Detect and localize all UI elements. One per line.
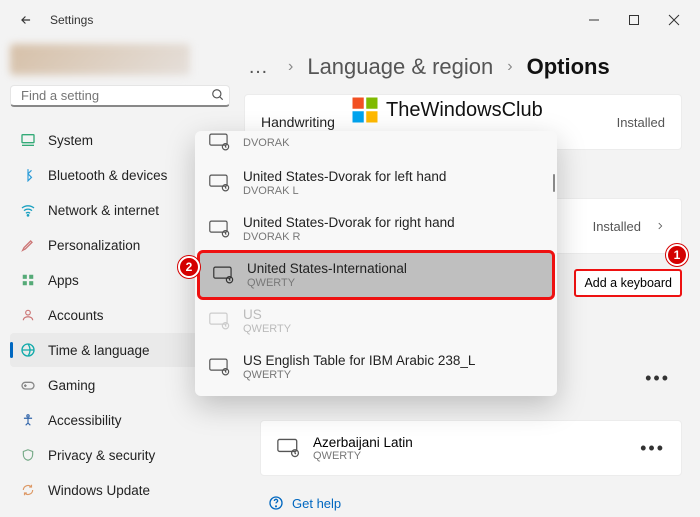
keyboard-title: Azerbaijani Latin	[313, 435, 413, 450]
option-sub: DVORAK R	[243, 231, 455, 243]
get-help-link[interactable]: Get help	[268, 495, 341, 511]
person-icon	[20, 307, 36, 323]
help-label: Get help	[292, 496, 341, 511]
help-icon	[268, 495, 284, 511]
windows-logo-icon	[350, 95, 380, 125]
option-title: United States-Dvorak for right hand	[243, 215, 455, 230]
shield-icon	[20, 447, 36, 463]
keyboard-icon	[209, 358, 231, 376]
option-sub: QWERTY	[243, 369, 475, 381]
chevron-right-icon: ›	[288, 58, 293, 76]
more-icon[interactable]: •••	[645, 368, 670, 389]
callout-1: 1	[666, 244, 688, 266]
more-icon[interactable]: •••	[640, 438, 665, 459]
chevron-right-icon: ›	[507, 58, 512, 76]
installed-keyboard-row[interactable]: Azerbaijani LatinQWERTY •••	[260, 420, 682, 476]
accessibility-icon	[20, 412, 36, 428]
sidebar-item-label: Apps	[48, 273, 79, 288]
sidebar-item-label: Network & internet	[48, 203, 159, 218]
bluetooth-icon	[20, 167, 36, 183]
back-button[interactable]	[12, 6, 40, 34]
update-icon	[20, 482, 36, 498]
card-status: Installed	[617, 115, 665, 130]
breadcrumb-current: Options	[527, 54, 610, 80]
keyboard-icon	[277, 438, 299, 458]
sidebar-item-accessibility[interactable]: Accessibility	[10, 403, 230, 437]
watermark: TheWindowsClub	[350, 95, 543, 125]
sidebar-item-label: Privacy & security	[48, 448, 155, 463]
option-title: United States-International	[247, 261, 407, 276]
arrow-left-icon	[19, 13, 33, 27]
keyboard-dropdown: United States-DvorakDVORAK United States…	[195, 131, 557, 396]
keyboard-icon	[209, 174, 231, 192]
globe-clock-icon	[20, 342, 36, 358]
search-input[interactable]	[11, 88, 207, 103]
wifi-icon	[20, 202, 36, 218]
sidebar-item-label: Windows Update	[48, 483, 150, 498]
option-title: US English Table for IBM Arabic 238_L	[243, 353, 475, 368]
keyboard-option-disabled: USQWERTY	[195, 298, 557, 344]
window-close[interactable]	[654, 4, 694, 36]
sidebar-item-label: Gaming	[48, 378, 95, 393]
breadcrumb-parent[interactable]: Language & region	[307, 54, 493, 80]
option-title: United States-Dvorak for left hand	[243, 169, 446, 184]
sidebar-item-label: Time & language	[48, 343, 150, 358]
option-sub: QWERTY	[243, 323, 291, 335]
sidebar-item-label: Accessibility	[48, 413, 122, 428]
sidebar-item-label: Bluetooth & devices	[48, 168, 167, 183]
keyboard-sub: QWERTY	[313, 450, 413, 462]
sidebar-item-label: Personalization	[48, 238, 140, 253]
keyboard-icon	[213, 266, 235, 284]
window-title: Settings	[50, 13, 93, 27]
breadcrumb-overflow[interactable]: …	[244, 56, 274, 79]
keyboard-option-selected[interactable]: United States-InternationalQWERTY	[199, 252, 553, 298]
card-label: Handwriting	[261, 114, 335, 130]
title-bar: Settings	[0, 0, 700, 40]
search-icon	[207, 88, 229, 102]
paintbrush-icon	[20, 237, 36, 253]
sidebar-item-privacy[interactable]: Privacy & security	[10, 438, 230, 472]
breadcrumb: … › Language & region › Options	[244, 50, 682, 80]
search-box[interactable]	[10, 85, 230, 107]
system-icon	[20, 132, 36, 148]
keyboard-option[interactable]: United States-DvorakDVORAK	[195, 133, 557, 160]
account-header[interactable]	[10, 44, 190, 75]
sidebar-item-windows-update[interactable]: Windows Update	[10, 473, 230, 507]
chevron-right-icon	[655, 221, 665, 231]
option-sub: DVORAK L	[243, 185, 446, 197]
apps-icon	[20, 272, 36, 288]
gamepad-icon	[20, 377, 36, 393]
option-title: US	[243, 307, 291, 322]
add-keyboard-button[interactable]: Add a keyboard	[574, 269, 682, 297]
option-sub: DVORAK	[243, 137, 289, 149]
keyboard-icon	[209, 220, 231, 238]
keyboard-option[interactable]: United States-Dvorak for left handDVORAK…	[195, 160, 557, 206]
keyboard-option[interactable]: United States-Dvorak for right handDVORA…	[195, 206, 557, 252]
window-minimize[interactable]	[574, 4, 614, 36]
option-sub: QWERTY	[247, 277, 407, 289]
window-maximize[interactable]	[614, 4, 654, 36]
sidebar-item-label: Accounts	[48, 308, 104, 323]
sidebar-item-label: System	[48, 133, 93, 148]
keyboard-icon	[209, 133, 231, 151]
card-status: Installed	[593, 219, 641, 234]
callout-2: 2	[178, 256, 200, 278]
watermark-text: TheWindowsClub	[386, 99, 543, 122]
keyboard-icon	[209, 312, 231, 330]
keyboard-option[interactable]: US English Table for IBM Arabic 238_LQWE…	[195, 344, 557, 390]
